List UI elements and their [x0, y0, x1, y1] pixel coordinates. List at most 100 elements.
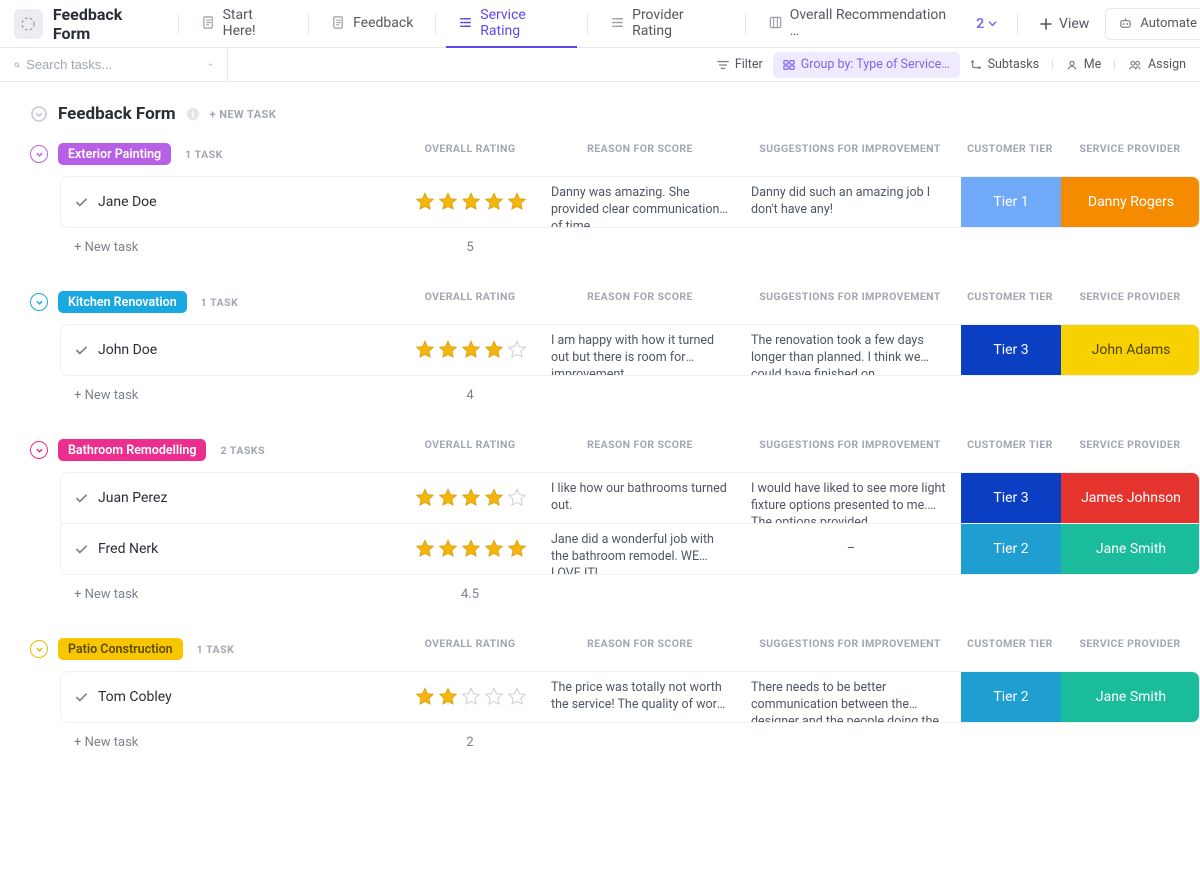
tab-overall-recommendation[interactable]: Overall Recommendation … [756, 0, 964, 48]
status-circle-icon[interactable] [30, 105, 48, 123]
suggestion-cell[interactable]: There needs to be better communication b… [741, 672, 961, 722]
add-view-button[interactable]: View [1028, 16, 1101, 32]
group-chip[interactable]: Exterior Painting [58, 143, 171, 165]
reason-cell[interactable]: Jane did a wonderful job with the bathro… [541, 524, 741, 574]
column-header-reason[interactable]: REASON FOR SCORE [540, 142, 740, 155]
star-icon [437, 191, 459, 213]
star-icon [506, 191, 528, 213]
group-chip[interactable]: Kitchen Renovation [58, 291, 187, 313]
suggestion-cell[interactable]: I would have liked to see more light fix… [741, 473, 961, 523]
service-provider-cell[interactable]: Jane Smith [1061, 524, 1200, 574]
tab-start-here[interactable]: Start Here! [189, 0, 299, 48]
column-header-tier[interactable]: CUSTOMER TIER [960, 290, 1060, 303]
column-header-rating[interactable]: OVERALL RATING [400, 142, 540, 155]
customer-tier-cell[interactable]: Tier 2 [961, 672, 1061, 722]
task-row[interactable]: Tom Cobley The price was totally not wor… [61, 672, 1199, 722]
reason-cell[interactable]: The price was totally not worth the serv… [541, 672, 741, 722]
column-header-provider[interactable]: SERVICE PROVIDER [1060, 637, 1200, 650]
list-icon [610, 15, 625, 30]
column-header-reason[interactable]: REASON FOR SCORE [540, 290, 740, 303]
new-task-row[interactable]: + New task2 [60, 727, 1200, 757]
column-header-rating[interactable]: OVERALL RATING [400, 290, 540, 303]
new-task-row[interactable]: + New task4 [60, 380, 1200, 410]
service-provider-cell[interactable]: Jane Smith [1061, 672, 1200, 722]
group-collapse-toggle[interactable] [30, 293, 48, 311]
check-icon [75, 196, 88, 209]
top-tab-bar: Feedback Form Start Here! Feedback Servi… [0, 0, 1200, 48]
column-header-suggest[interactable]: SUGGESTIONS FOR IMPROVEMENT [740, 290, 960, 303]
chevron-down-icon[interactable] [208, 59, 213, 70]
tab-service-rating[interactable]: Service Rating [446, 0, 577, 48]
assignee-button[interactable]: Assign [1118, 52, 1196, 78]
column-header-suggest[interactable]: SUGGESTIONS FOR IMPROVEMENT [740, 142, 960, 155]
group-by-button[interactable]: Group by: Type of Service… [773, 52, 960, 78]
group-average-rating: 5 [400, 240, 540, 255]
group-chip[interactable]: Patio Construction [58, 638, 183, 660]
check-icon [75, 543, 88, 556]
column-header-provider[interactable]: SERVICE PROVIDER [1060, 438, 1200, 451]
tab-provider-rating[interactable]: Provider Rating [598, 0, 735, 48]
group-collapse-toggle[interactable] [30, 441, 48, 459]
tab-feedback[interactable]: Feedback [319, 0, 425, 48]
tab-label: Provider Rating [632, 7, 723, 39]
customer-tier-cell[interactable]: Tier 2 [961, 524, 1061, 574]
group-chip[interactable]: Bathroom Remodelling [58, 439, 206, 461]
overall-rating-cell[interactable] [401, 191, 541, 213]
star-icon [506, 538, 528, 560]
overall-rating-cell[interactable] [401, 538, 541, 560]
new-task-row[interactable]: + New task4.5 [60, 579, 1200, 609]
column-header-suggest[interactable]: SUGGESTIONS FOR IMPROVEMENT [740, 637, 960, 650]
subtasks-icon [970, 59, 982, 71]
me-button[interactable]: Me [1056, 52, 1112, 78]
task-row[interactable]: Fred Nerk Jane did a wonderful job with … [61, 524, 1199, 574]
overall-rating-cell[interactable] [401, 339, 541, 361]
column-header-rating[interactable]: OVERALL RATING [400, 438, 540, 451]
filter-button[interactable]: Filter [707, 52, 773, 78]
group-collapse-toggle[interactable] [30, 145, 48, 163]
star-icon [414, 339, 436, 361]
new-task-button[interactable]: + NEW TASK [210, 108, 277, 121]
column-header-reason[interactable]: REASON FOR SCORE [540, 438, 740, 451]
service-provider-cell[interactable]: James Johnson [1061, 473, 1200, 523]
customer-tier-cell[interactable]: Tier 3 [961, 325, 1061, 375]
me-label: Me [1084, 57, 1102, 72]
automate-button[interactable]: Automate [1105, 8, 1200, 40]
new-task-row[interactable]: + New task5 [60, 232, 1200, 262]
overall-rating-cell[interactable] [401, 686, 541, 708]
new-task-label: + New task [60, 388, 400, 403]
search-input[interactable] [26, 57, 202, 72]
column-header-tier[interactable]: CUSTOMER TIER [960, 142, 1060, 155]
info-icon[interactable] [186, 107, 200, 121]
workspace-logo[interactable] [14, 9, 43, 39]
star-icon [437, 686, 459, 708]
star-icon [437, 538, 459, 560]
customer-tier-cell[interactable]: Tier 3 [961, 473, 1061, 523]
column-header-tier[interactable]: CUSTOMER TIER [960, 438, 1060, 451]
reason-cell[interactable]: Danny was amazing. She provided clear co… [541, 177, 741, 227]
reason-cell[interactable]: I am happy with how it turned out but th… [541, 325, 741, 375]
robot-icon [1118, 16, 1133, 31]
column-header-tier[interactable]: CUSTOMER TIER [960, 637, 1060, 650]
suggestion-cell[interactable]: Danny did such an amazing job I don't ha… [741, 177, 961, 227]
check-icon [75, 691, 88, 704]
list-title: Feedback Form [58, 104, 176, 124]
subtasks-button[interactable]: Subtasks [960, 52, 1049, 78]
task-row[interactable]: Juan Perez I like how our bathrooms turn… [61, 473, 1199, 524]
column-header-provider[interactable]: SERVICE PROVIDER [1060, 290, 1200, 303]
customer-tier-cell[interactable]: Tier 1 [961, 177, 1061, 227]
service-provider-cell[interactable]: John Adams [1061, 325, 1200, 375]
suggestion-cell[interactable]: – [741, 533, 961, 566]
column-header-suggest[interactable]: SUGGESTIONS FOR IMPROVEMENT [740, 438, 960, 451]
task-row[interactable]: Jane Doe Danny was amazing. She provided… [61, 177, 1199, 227]
column-header-reason[interactable]: REASON FOR SCORE [540, 637, 740, 650]
overall-rating-cell[interactable] [401, 487, 541, 509]
filter-toolbar: Filter Group by: Type of Service… Subtas… [0, 48, 1200, 82]
suggestion-cell[interactable]: The renovation took a few days longer th… [741, 325, 961, 375]
column-header-rating[interactable]: OVERALL RATING [400, 637, 540, 650]
reason-cell[interactable]: I like how our bathrooms turned out. [541, 473, 741, 523]
tab-more-views[interactable]: 2 [966, 16, 1007, 32]
group-collapse-toggle[interactable] [30, 640, 48, 658]
column-header-provider[interactable]: SERVICE PROVIDER [1060, 142, 1200, 155]
service-provider-cell[interactable]: Danny Rogers [1061, 177, 1200, 227]
task-row[interactable]: John Doe I am happy with how it turned o… [61, 325, 1199, 375]
